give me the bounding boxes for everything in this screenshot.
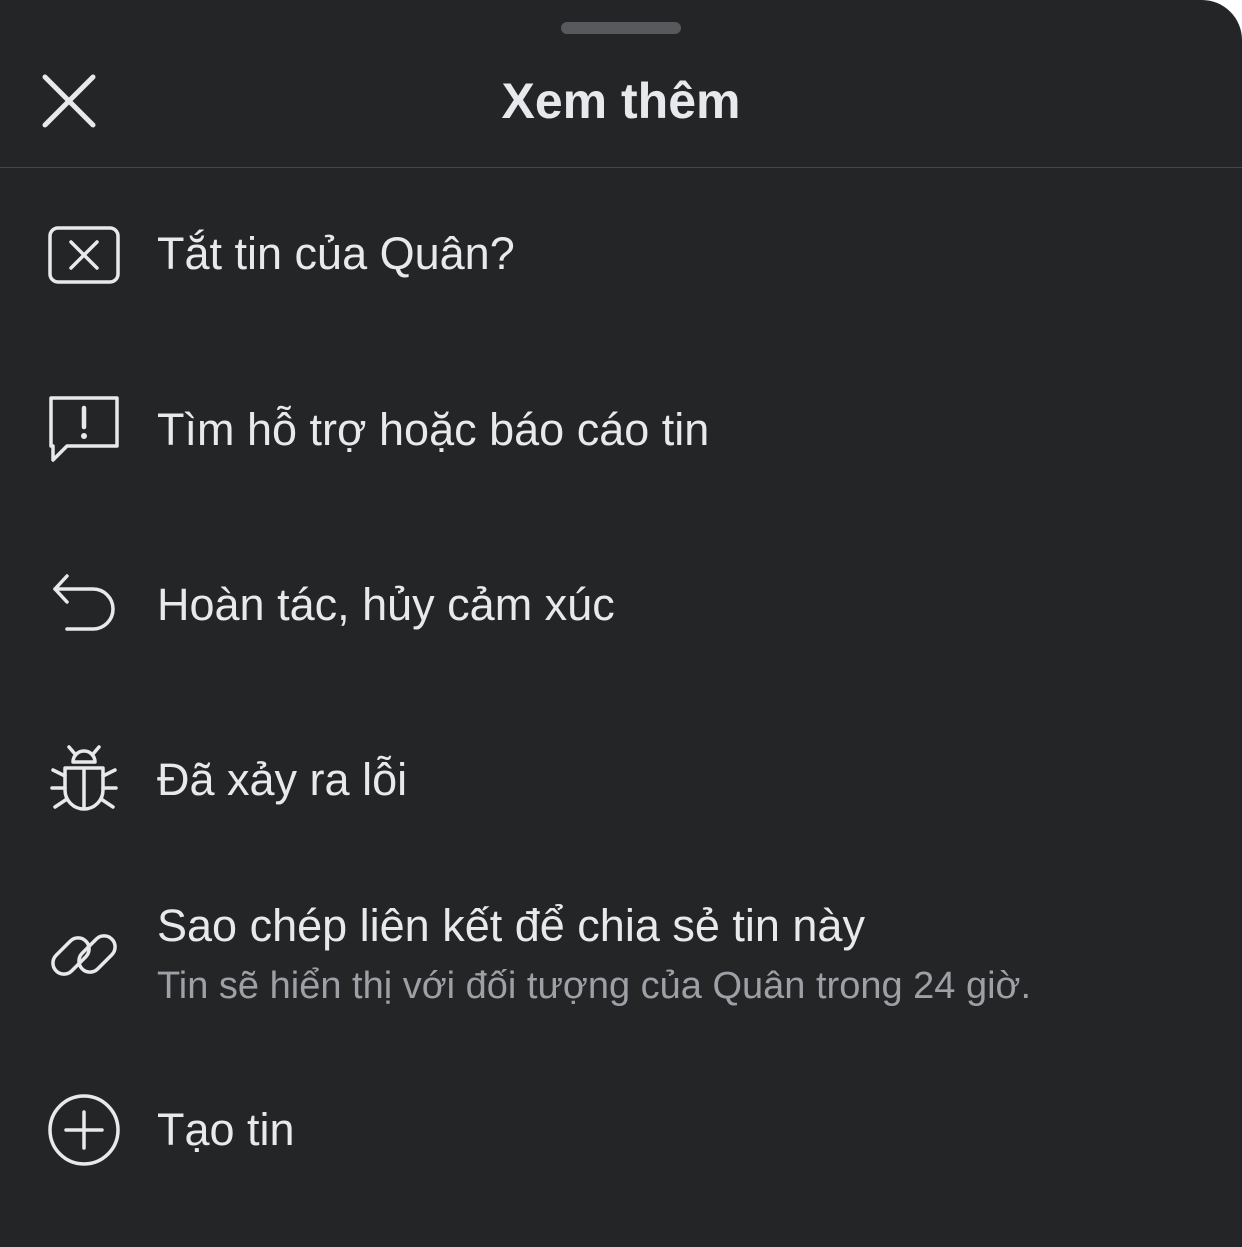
plus-circle-icon	[44, 1090, 124, 1170]
menu-item-copy-link[interactable]: Sao chép liên kết để chia sẻ tin này Tin…	[0, 895, 1242, 1015]
menu-item-report-story[interactable]: Tìm hỗ trợ hoặc báo cáo tin	[0, 390, 1242, 470]
menu-item-label: Sao chép liên kết để chia sẻ tin này	[157, 900, 865, 951]
more-options-sheet: Xem thêm Tắt tin của Quân? Tìm hỗ trợ ho…	[0, 0, 1242, 1247]
link-icon	[44, 915, 124, 995]
undo-icon	[44, 565, 124, 645]
menu-item-label: Đã xảy ra lỗi	[157, 754, 408, 805]
menu-item-undo-reaction[interactable]: Hoàn tác, hủy cảm xúc	[0, 565, 1242, 645]
menu-item-create-story[interactable]: Tạo tin	[0, 1090, 1242, 1170]
sheet-header: Xem thêm	[0, 0, 1242, 168]
menu-item-label: Hoàn tác, hủy cảm xúc	[157, 579, 615, 630]
menu-item-label: Tắt tin của Quân?	[157, 228, 515, 279]
menu-item-description: Tin sẽ hiển thị với đối tượng của Quân t…	[157, 965, 1032, 1007]
bug-icon	[44, 740, 124, 820]
menu-item-label: Tạo tin	[157, 1104, 295, 1155]
menu-item-report-problem[interactable]: Đã xảy ra lỗi	[0, 740, 1242, 820]
sheet-title: Xem thêm	[501, 73, 741, 129]
close-square-icon	[44, 215, 124, 295]
report-speech-icon	[44, 390, 124, 470]
menu-item-mute-stories[interactable]: Tắt tin của Quân?	[0, 215, 1242, 295]
menu-item-label: Tìm hỗ trợ hoặc báo cáo tin	[157, 404, 710, 455]
